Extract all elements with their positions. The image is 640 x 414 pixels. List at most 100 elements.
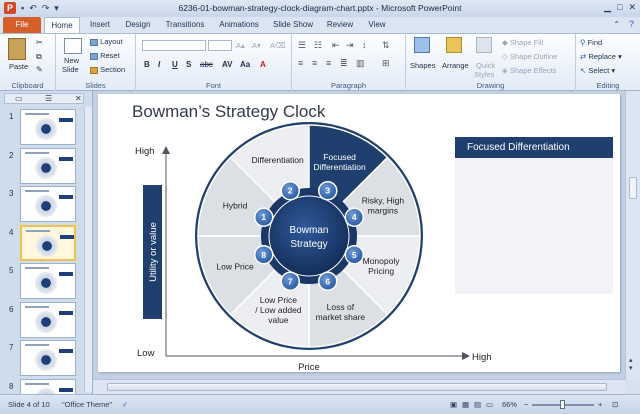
center-hub[interactable]: [268, 195, 350, 277]
minimize-ribbon-icon[interactable]: ⌃: [613, 20, 620, 29]
clear-formatting-icon[interactable]: A⌫: [270, 41, 286, 50]
align-left-icon[interactable]: ≡: [298, 58, 303, 68]
horizontal-scrollbar[interactable]: [93, 379, 625, 394]
section-button[interactable]: Section: [90, 65, 125, 74]
close-icon[interactable]: ✕: [628, 2, 636, 13]
text-direction-icon[interactable]: ⇅: [382, 40, 390, 51]
shape-fill-button[interactable]: ◆ Shape Fill: [502, 38, 543, 47]
tab-view[interactable]: View: [362, 17, 392, 33]
smartart-icon[interactable]: ⊞: [382, 58, 390, 69]
vertical-scrollbar[interactable]: ▴ ▾: [625, 91, 640, 379]
quick-styles-button[interactable]: [476, 37, 492, 53]
slide-thumbnail[interactable]: [20, 186, 76, 222]
shape-outline-button[interactable]: ◇ Shape Outline: [502, 52, 557, 61]
slide-sorter-icon[interactable]: ▦: [462, 400, 469, 409]
format-painter-icon[interactable]: ✎: [36, 65, 43, 74]
strikethrough-icon[interactable]: abc: [200, 60, 213, 69]
bold-icon[interactable]: B: [144, 60, 150, 69]
new-slide-label-2[interactable]: Slide: [62, 65, 79, 74]
font-color-icon[interactable]: A: [260, 60, 266, 69]
vertical-scroll-thumb[interactable]: [629, 177, 637, 199]
slide-thumbnail-row[interactable]: 7: [0, 340, 86, 378]
slide-thumbnail[interactable]: [20, 301, 76, 338]
quick-styles-label-2[interactable]: Styles: [474, 70, 494, 79]
new-slide-button[interactable]: [64, 38, 82, 54]
slide-thumbnail-row[interactable]: 4: [0, 224, 86, 263]
help-icon[interactable]: ?: [629, 19, 634, 29]
maximize-icon[interactable]: □: [617, 2, 622, 13]
numbering-icon[interactable]: ☷: [314, 40, 322, 51]
replace-button[interactable]: ⇄ Replace ▾: [580, 52, 622, 61]
bullets-icon[interactable]: ☰: [298, 40, 306, 51]
new-slide-label-1[interactable]: New: [64, 56, 79, 65]
increase-indent-icon[interactable]: ⇥: [346, 40, 354, 51]
char-spacing-icon[interactable]: AV: [222, 60, 233, 69]
tab-file[interactable]: File: [3, 17, 41, 33]
minimize-icon[interactable]: ▁: [604, 2, 611, 13]
horizontal-scroll-thumb[interactable]: [107, 383, 607, 391]
layout-button[interactable]: Layout: [90, 37, 123, 46]
tab-home[interactable]: Home: [44, 17, 80, 33]
slide-thumbnail[interactable]: [20, 147, 76, 184]
slide-thumbnail[interactable]: [20, 263, 76, 299]
slide-thumbnail-row[interactable]: 3: [0, 186, 86, 224]
zoom-level[interactable]: 66%: [502, 400, 517, 409]
find-button[interactable]: ⚲ Find: [580, 38, 602, 47]
italic-icon[interactable]: I: [158, 60, 160, 69]
slide-thumbnail-row[interactable]: 5: [0, 263, 86, 301]
justify-icon[interactable]: ≣: [340, 58, 348, 69]
slide-thumbnail[interactable]: [20, 340, 76, 376]
slide-thumbnail[interactable]: [20, 109, 76, 145]
fit-to-window-icon[interactable]: ⊡: [612, 400, 618, 409]
shapes-button[interactable]: [414, 37, 430, 53]
tab-slide-show[interactable]: Slide Show: [268, 17, 318, 33]
spelling-icon[interactable]: ✓: [122, 400, 128, 409]
slide-thumbnail-row[interactable]: 1: [0, 109, 86, 147]
shapes-label[interactable]: Shapes: [410, 61, 435, 70]
panel-scrollbar[interactable]: [84, 107, 92, 392]
reading-view-icon[interactable]: ▤: [474, 400, 481, 409]
tab-animations[interactable]: Animations: [214, 17, 264, 33]
underline-icon[interactable]: U: [172, 60, 178, 69]
slide-thumbnail-row[interactable]: 2: [0, 147, 86, 186]
outline-tab-icon[interactable]: ▭: [15, 94, 23, 103]
select-button[interactable]: ↖ Select ▾: [580, 66, 615, 75]
reset-button[interactable]: Reset: [90, 51, 120, 60]
shadow-icon[interactable]: S: [186, 60, 191, 69]
quick-styles-label-1[interactable]: Quick: [476, 61, 495, 70]
zoom-out-icon[interactable]: −: [524, 400, 528, 409]
arrange-label[interactable]: Arrange: [442, 61, 469, 70]
slide-canvas[interactable]: Bowman’s Strategy Clock Utility or value…: [98, 94, 620, 372]
prev-next-slide-icon[interactable]: ▴ ▾: [629, 357, 633, 373]
slide-thumbnail-row[interactable]: 6: [0, 301, 86, 340]
zoom-slider-knob[interactable]: [560, 400, 565, 409]
align-center-icon[interactable]: ≡: [312, 58, 317, 68]
arrange-button[interactable]: [446, 37, 462, 53]
tab-transitions[interactable]: Transitions: [160, 17, 210, 33]
tab-insert[interactable]: Insert: [84, 17, 116, 33]
slide-show-icon[interactable]: ▭: [486, 400, 493, 409]
normal-view-icon[interactable]: ▣: [450, 400, 457, 409]
grow-font-icon[interactable]: A▴: [236, 41, 245, 50]
shape-effects-button[interactable]: ◈ Shape Effects: [502, 66, 556, 75]
shrink-font-icon[interactable]: A▾: [252, 41, 261, 50]
theme-name[interactable]: "Office Theme": [62, 400, 112, 409]
copy-icon[interactable]: ⧉: [36, 52, 42, 62]
font-size-field[interactable]: [208, 40, 232, 51]
tab-review[interactable]: Review: [322, 17, 358, 33]
decrease-indent-icon[interactable]: ⇤: [332, 40, 340, 51]
paste-label[interactable]: Paste: [9, 62, 28, 71]
line-spacing-icon[interactable]: ↕: [362, 40, 367, 50]
slides-tab-icon[interactable]: ☰: [45, 94, 52, 103]
align-right-icon[interactable]: ≡: [326, 58, 331, 68]
slide-thumbnail[interactable]: [20, 224, 76, 261]
font-name-field[interactable]: [142, 40, 206, 51]
cut-icon[interactable]: ✂: [36, 38, 43, 47]
change-case-icon[interactable]: Aa: [240, 60, 250, 69]
columns-icon[interactable]: ▥: [356, 58, 365, 69]
zoom-in-icon[interactable]: +: [598, 400, 602, 409]
focused-differentiation-box[interactable]: Focused Differentiation: [455, 137, 613, 294]
paste-button[interactable]: [8, 38, 26, 60]
tab-design[interactable]: Design: [120, 17, 156, 33]
close-panel-icon[interactable]: ✕: [75, 94, 82, 103]
